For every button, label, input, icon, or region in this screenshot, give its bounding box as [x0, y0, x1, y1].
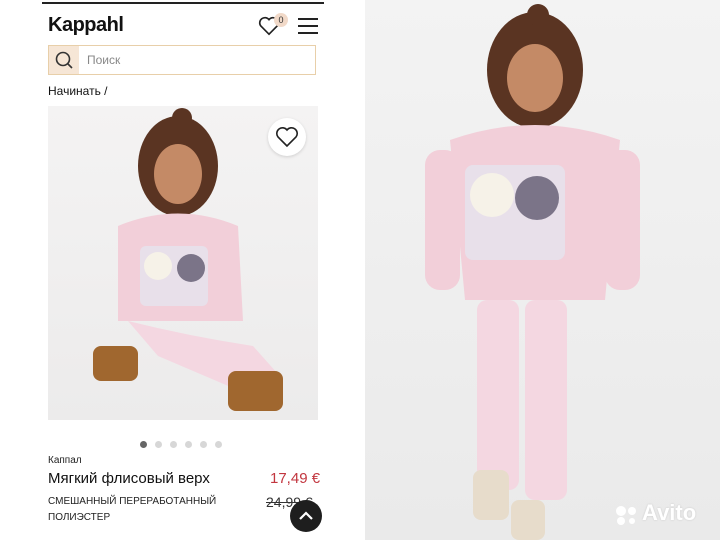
gallery-dot[interactable] [170, 441, 177, 448]
gallery-dot[interactable] [140, 441, 147, 448]
add-to-wishlist-button[interactable] [268, 118, 306, 156]
product-material: СМЕШАННЫЙ ПЕРЕРАБОТАННЫЙ ПОЛИЭСТЕР [48, 496, 217, 523]
product-brand: Каппал [48, 455, 82, 466]
chevron-up-icon [299, 511, 313, 520]
product-photo-standing [365, 0, 720, 540]
top-border [42, 2, 324, 4]
avito-watermark: Avito [642, 500, 697, 525]
wishlist-count-badge: 0 [274, 13, 288, 27]
search-input[interactable] [87, 46, 307, 74]
gallery-pagination [140, 435, 230, 453]
gallery-dot[interactable] [155, 441, 162, 448]
gallery-dot[interactable] [215, 441, 222, 448]
product-name: Мягкий флисовый верх [48, 470, 210, 487]
menu-icon[interactable] [298, 18, 318, 34]
scroll-to-top-button[interactable] [290, 500, 322, 532]
search-icon[interactable] [49, 46, 79, 74]
gallery-dot[interactable] [185, 441, 192, 448]
brand-logo[interactable]: Kappahl [48, 14, 124, 37]
gallery-dot[interactable] [200, 441, 207, 448]
sale-price: 17,49 € [270, 470, 321, 487]
avito-logo-icon [614, 504, 640, 526]
breadcrumb[interactable]: Начинать / [48, 84, 107, 98]
search-bar [48, 45, 316, 75]
